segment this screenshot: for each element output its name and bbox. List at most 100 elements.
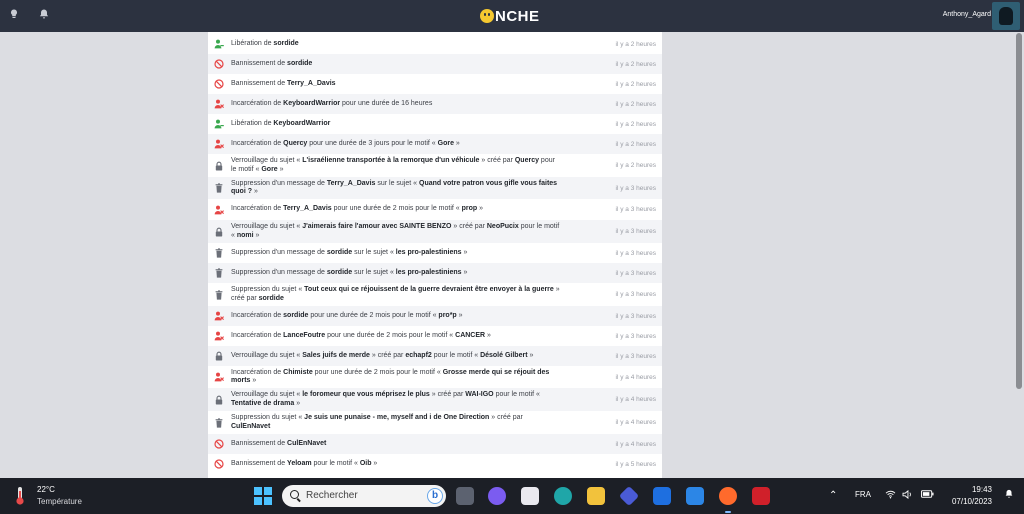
log-entity-link[interactable]: CulEnNavet: [231, 423, 270, 430]
log-text-fragment: Suppression du sujet «: [231, 414, 305, 421]
log-entity-link[interactable]: L'israélienne transportée à la remorque …: [302, 157, 479, 164]
chevron-up-icon[interactable]: ⌃: [829, 490, 837, 501]
app-icon[interactable]: [653, 487, 671, 505]
windows-start-icon[interactable]: [254, 487, 272, 505]
log-entity-link[interactable]: KeyboardWarrior: [273, 120, 330, 127]
log-text-fragment: »: [527, 351, 534, 359]
wifi-icon[interactable]: [885, 490, 896, 501]
moderation-log: Libération de sordide il y a 2 heures Bann…: [208, 32, 662, 478]
log-timestamp: il y a 3 heures: [615, 312, 656, 320]
log-entity-link[interactable]: Tout ceux qui ce réjouissent de la guerr…: [304, 286, 554, 293]
log-entity-link[interactable]: les pro-palestiniens: [396, 269, 462, 276]
log-entity-link[interactable]: Terry_A_Davis: [287, 80, 336, 87]
log-entry-text: Verrouillage du sujet « le foromeur que …: [231, 391, 561, 408]
log-entity-link[interactable]: Terry_A_Davis: [283, 205, 332, 212]
bell-icon[interactable]: [36, 8, 52, 24]
bing-icon[interactable]: b: [427, 488, 443, 504]
app-icon[interactable]: [752, 487, 770, 505]
log-entry-text: Incarcération de LanceFoutre pour une du…: [231, 332, 561, 341]
log-timestamp: il y a 2 heures: [615, 140, 656, 148]
log-entity-link[interactable]: sordide: [287, 60, 312, 67]
user-jail-icon: [214, 99, 224, 109]
log-entity-link[interactable]: pro*p: [438, 312, 456, 319]
thermometer-icon[interactable]: [14, 486, 26, 506]
log-entity-link[interactable]: Gore: [261, 166, 277, 173]
log-entity-link[interactable]: sordide: [283, 312, 308, 319]
language-indicator[interactable]: FRA: [855, 490, 871, 499]
log-entry: Suppression du sujet « Je suis une punai…: [208, 411, 662, 434]
log-text-fragment: »: [371, 459, 378, 467]
page-scrollbar[interactable]: [1016, 33, 1022, 389]
log-entity-link[interactable]: prop: [462, 205, 478, 212]
log-entity-link[interactable]: Yeloam: [287, 460, 312, 467]
log-entity-link[interactable]: CulEnNavet: [287, 440, 326, 447]
log-entity-link[interactable]: KeyboardWarrior: [283, 100, 340, 107]
log-timestamp: il y a 2 heures: [615, 100, 656, 108]
log-timestamp: il y a 3 heures: [615, 291, 656, 298]
store-icon[interactable]: [521, 487, 539, 505]
log-entity-link[interactable]: sordide: [273, 40, 298, 47]
log-entity-link[interactable]: echapf2: [405, 352, 431, 359]
log-entity-link[interactable]: nomi: [237, 232, 254, 239]
log-text-fragment: » créé par: [369, 351, 406, 359]
log-entity-link[interactable]: Sales juifs de merde: [302, 352, 370, 359]
log-text-fragment: »: [253, 231, 260, 239]
log-entity-link[interactable]: Quercy: [283, 140, 307, 147]
log-entity-link[interactable]: Oib: [360, 460, 372, 467]
weather-temperature[interactable]: 22°C: [37, 485, 55, 494]
log-entry-text: Suppression d'un message de Terry_A_Davi…: [231, 180, 561, 197]
log-entry-text: Incarcération de Quercy pour une durée d…: [231, 140, 561, 149]
log-entity-link[interactable]: Chimiste: [283, 369, 313, 376]
log-entry: Verrouillage du sujet « L'israélienne tr…: [208, 154, 662, 177]
weather-label[interactable]: Température: [37, 497, 82, 506]
log-entity-link[interactable]: le foromeur que vous méprisez le plus: [302, 391, 430, 398]
lightbulb-icon[interactable]: [6, 8, 22, 24]
taskbar-search-box[interactable]: Rechercher b: [282, 485, 446, 507]
chat-icon[interactable]: [488, 487, 506, 505]
log-timestamp: il y a 3 heures: [615, 228, 656, 235]
log-entity-link[interactable]: les pro-palestiniens: [396, 249, 462, 256]
trash-icon: [214, 183, 224, 193]
file-explorer-icon[interactable]: [587, 487, 605, 505]
site-logo[interactable]: NCHE: [480, 6, 540, 26]
task-view-icon[interactable]: [456, 487, 474, 505]
log-entity-link[interactable]: WAI-IGO: [465, 391, 493, 398]
log-entity-link[interactable]: Désolé Gilbert: [480, 352, 527, 359]
log-entity-link[interactable]: Tentative de drama: [231, 400, 294, 407]
clock-date[interactable]: 07/10/2023: [945, 497, 992, 506]
log-entity-link[interactable]: NeoPucix: [487, 223, 519, 230]
battery-icon[interactable]: [921, 490, 934, 500]
log-timestamp: il y a 3 heures: [615, 206, 656, 213]
log-entry: Libération de sordide il y a 2 heures: [208, 34, 662, 54]
log-entity-link[interactable]: J'aimerais faire l'amour avec SAINTE BEN…: [302, 223, 451, 230]
mail-icon[interactable]: [686, 487, 704, 505]
edge-icon[interactable]: [554, 487, 572, 505]
log-text-fragment: Suppression d'un message de: [231, 248, 327, 256]
log-timestamp: il y a 4 heures: [615, 419, 656, 426]
log-text-fragment: Suppression d'un message de: [231, 268, 327, 276]
firefox-icon[interactable]: [719, 487, 737, 513]
speaker-icon[interactable]: [902, 489, 913, 501]
log-text-fragment: »: [294, 399, 301, 407]
log-entity-link[interactable]: Terry_A_Davis: [327, 180, 376, 187]
log-entity-link[interactable]: sordide: [327, 269, 352, 276]
logo-text: NCHE: [495, 7, 540, 25]
windows-taskbar: 22°C Température Rechercher b ⌃ FRA 19:4…: [0, 478, 1024, 514]
log-entry: Incarcération de LanceFoutre pour une du…: [208, 326, 662, 346]
avatar[interactable]: [992, 2, 1020, 30]
log-entity-link[interactable]: Quercy: [515, 157, 539, 164]
log-entity-link[interactable]: CANCER: [455, 332, 485, 339]
notification-bell-icon[interactable]: [1004, 489, 1014, 501]
log-entry: Suppression d'un message de Terry_A_Davi…: [208, 177, 662, 199]
log-entry-text: Suppression du sujet « Tout ceux qui ce …: [231, 286, 561, 303]
app-icon[interactable]: [618, 485, 640, 507]
log-text-fragment: »: [477, 205, 484, 213]
log-entity-link[interactable]: Je suis une punaise - me, myself and i d…: [304, 414, 489, 421]
log-entity-link[interactable]: sordide: [327, 249, 352, 256]
username[interactable]: Anthony_Agard: [943, 11, 991, 18]
log-entity-link[interactable]: LanceFoutre: [283, 332, 325, 339]
clock-time[interactable]: 19:43: [960, 485, 992, 494]
log-text-fragment: » créé par: [429, 391, 466, 398]
log-entity-link[interactable]: Gore: [438, 140, 454, 147]
log-entity-link[interactable]: sordide: [259, 295, 284, 302]
